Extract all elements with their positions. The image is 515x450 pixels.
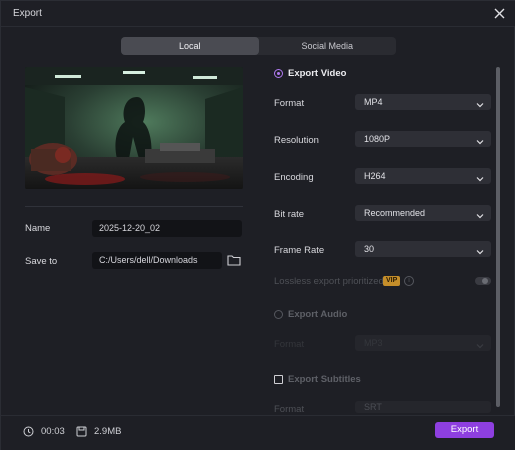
encoding-label: Encoding — [274, 172, 314, 183]
chevron-down-icon — [476, 339, 484, 349]
export-subtitles-checkbox[interactable] — [274, 375, 283, 384]
tab-social-media[interactable]: Social Media — [259, 37, 397, 55]
format-select[interactable]: MP4 — [355, 94, 491, 110]
chevron-down-icon — [476, 209, 484, 219]
encoding-value: H264 — [364, 171, 386, 181]
clock-icon — [23, 426, 34, 437]
close-icon[interactable] — [490, 4, 508, 22]
chevron-down-icon — [476, 172, 484, 182]
lossless-export-toggle[interactable] — [475, 277, 491, 285]
export-audio-label: Export Audio — [288, 309, 348, 320]
dialog-title: Export — [13, 8, 42, 19]
subtitle-format-select[interactable]: SRT — [355, 401, 491, 413]
resolution-select[interactable]: 1080P — [355, 131, 491, 147]
file-size-text: 2.9MB — [94, 426, 122, 437]
scrollbar-thumb[interactable] — [496, 67, 500, 407]
audio-format-value: MP3 — [364, 338, 383, 348]
bit-rate-select[interactable]: Recommended — [355, 205, 491, 221]
file-size-icon — [76, 426, 87, 437]
video-preview-thumbnail — [25, 67, 243, 189]
chevron-down-icon — [476, 135, 484, 145]
frame-rate-value: 30 — [364, 244, 375, 254]
export-dialog: Export Local Social Media Name 2025-12-2… — [0, 0, 515, 450]
resolution-label: Resolution — [274, 135, 319, 146]
info-icon[interactable]: i — [404, 276, 414, 286]
export-subtitles-label: Export Subtitles — [288, 374, 361, 385]
save-path-input[interactable]: C:/Users/dell/Downloads — [92, 252, 222, 269]
folder-icon[interactable] — [227, 254, 241, 266]
export-tabs: Local Social Media — [121, 37, 396, 55]
frame-rate-label: Frame Rate — [274, 245, 325, 256]
name-label: Name — [25, 223, 51, 234]
export-button[interactable]: Export — [435, 422, 494, 438]
audio-format-label: Format — [274, 339, 305, 350]
resolution-value: 1080P — [364, 134, 391, 144]
duration-text: 00:03 — [41, 426, 65, 437]
left-divider — [25, 206, 243, 207]
format-label: Format — [274, 98, 305, 109]
export-video-radio[interactable] — [274, 69, 283, 78]
bit-rate-value: Recommended — [364, 208, 426, 218]
save-to-label: Save to — [25, 256, 58, 267]
audio-format-select[interactable]: MP3 — [355, 335, 491, 351]
export-video-label: Export Video — [288, 68, 347, 79]
lossless-export-label: Lossless export prioritized — [274, 276, 384, 287]
subtitle-format-label: Format — [274, 404, 305, 415]
frame-rate-select[interactable]: 30 — [355, 241, 491, 257]
name-input[interactable]: 2025-12-20_02 — [92, 220, 242, 237]
export-audio-radio[interactable] — [274, 310, 283, 319]
bit-rate-label: Bit rate — [274, 209, 305, 220]
vip-badge: VIP — [383, 276, 401, 286]
chevron-down-icon — [476, 245, 484, 255]
subtitle-format-value: SRT — [364, 402, 382, 412]
tab-local[interactable]: Local — [121, 37, 259, 55]
encoding-select[interactable]: H264 — [355, 168, 491, 184]
title-bar: Export — [1, 1, 515, 27]
format-value: MP4 — [364, 97, 383, 107]
chevron-down-icon — [476, 98, 484, 108]
